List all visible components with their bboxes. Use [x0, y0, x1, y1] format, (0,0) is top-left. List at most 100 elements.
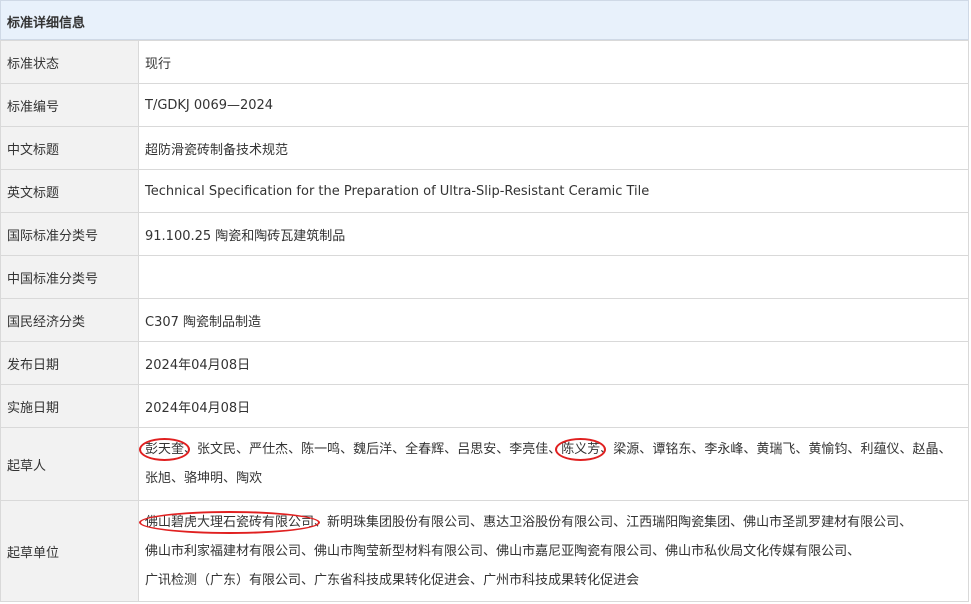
- drafter-name-text: 梁源: [613, 442, 640, 457]
- row-english-title: 英文标题 Technical Specification for the Pre…: [0, 169, 969, 213]
- list-separator: 、: [496, 442, 510, 457]
- list-separator: 、: [444, 442, 458, 457]
- drafter-name-text: 严仕杰: [249, 442, 289, 457]
- list-separator: 、: [899, 514, 913, 530]
- drafting-unit-name-text: 惠达卫浴股份有限公司: [483, 514, 614, 530]
- list-separator: 、: [847, 442, 861, 457]
- value-english-title: Technical Specification for the Preparat…: [138, 169, 969, 213]
- list-separator: 、: [470, 572, 484, 588]
- drafting-unit-name: 广讯检测（广东）有限公司: [145, 566, 301, 595]
- drafter-name-text: 陈义芳: [561, 442, 601, 457]
- list-separator: 、: [639, 442, 653, 457]
- drafting-unit-name-text: 江西瑞阳陶瓷集团: [626, 514, 731, 530]
- drafting-unit-name: 佛山碧虎大理石瓷砖有限公司: [139, 508, 321, 537]
- drafting-unit-name: 佛山市陶莹新型材料有限公司: [314, 537, 483, 566]
- label-drafters: 起草人: [0, 427, 139, 501]
- drafter-name: 陶欢: [236, 464, 262, 493]
- drafter-name: 张旭: [145, 464, 171, 493]
- list-separator: 、: [795, 442, 809, 457]
- value-ccs: [138, 255, 969, 299]
- drafter-name-text: 李亮佳: [509, 442, 549, 457]
- drafter-name: 赵晶: [912, 435, 938, 464]
- row-drafters: 起草人 彭天奎 、张文民、严仕杰、陈一鸣、魏后洋、全春辉、吕思安、李亮佳、陈义芳、…: [0, 427, 969, 501]
- list-separator: 、: [847, 543, 861, 559]
- drafting-unit-name: 佛山市利家福建材有限公司: [145, 537, 301, 566]
- value-economic-class: C307 陶瓷制品制造: [138, 298, 969, 342]
- drafter-name: 李永峰: [704, 435, 743, 464]
- drafting-unit-name-text: 佛山市陶莹新型材料有限公司: [314, 543, 484, 559]
- drafting-unit-name-text: 佛山市利家福建材有限公司: [145, 543, 302, 559]
- drafting-unit-name-text: 佛山市私伙局文化传媒有限公司: [665, 543, 848, 559]
- value-effective-date: 2024年04月08日: [138, 384, 969, 428]
- drafting-unit-name: 佛山市私伙局文化传媒有限公司: [665, 537, 847, 566]
- drafter-name-text: 陈一鸣: [301, 442, 341, 457]
- list-separator: 、: [314, 514, 328, 530]
- drafter-name: 魏后洋: [353, 435, 392, 464]
- drafter-name: 黄瑞飞: [756, 435, 795, 464]
- drafting-unit-name: 佛山市圣凯罗建材有限公司: [743, 508, 899, 537]
- detail-table: 标准状态 现行 标准编号 T/GDKJ 0069—2024 中文标题 超防滑瓷砖…: [0, 40, 969, 602]
- drafter-name: 利蕴仪: [860, 435, 899, 464]
- drafting-unit-name-text: 广东省科技成果转化促进会: [314, 572, 471, 588]
- drafter-name-text: 张旭: [145, 471, 172, 486]
- drafter-name-text: 谭铭东: [652, 442, 692, 457]
- drafting-unit-name: 惠达卫浴股份有限公司: [483, 508, 613, 537]
- list-separator: 、: [223, 471, 237, 486]
- drafter-name: 彭天奎: [139, 435, 191, 464]
- drafter-name: 黄愉钧: [808, 435, 847, 464]
- drafter-name-text: 李永峰: [704, 442, 744, 457]
- drafting-unit-name: 新明珠集团股份有限公司: [327, 508, 470, 537]
- drafter-name-text: 黄瑞飞: [756, 442, 796, 457]
- list-separator: 、: [288, 442, 302, 457]
- drafter-name-text: 全春辉: [405, 442, 445, 457]
- row-effective-date: 实施日期 2024年04月08日: [0, 384, 969, 428]
- drafter-name-text: 张文民: [197, 442, 237, 457]
- drafting-unit-name-text: 广讯检测（广东）有限公司: [145, 572, 302, 588]
- value-drafters: 彭天奎 、张文民、严仕杰、陈一鸣、魏后洋、全春辉、吕思安、李亮佳、陈义芳 、梁源、谭…: [138, 427, 969, 501]
- list-separator: 、: [613, 514, 627, 530]
- list-separator: 、: [743, 442, 757, 457]
- row-drafting-units: 起草单位 佛山碧虎大理石瓷砖有限公司 、新明珠集团股份有限公司、惠达卫浴股份有限公…: [0, 500, 969, 602]
- list-separator: 、: [899, 442, 913, 457]
- row-ics: 国际标准分类号 91.100.25 陶瓷和陶砖瓦建筑制品: [0, 212, 969, 256]
- drafter-name-text: 彭天奎: [145, 442, 185, 457]
- list-separator: 、: [938, 442, 952, 457]
- label-ccs: 中国标准分类号: [0, 255, 139, 299]
- drafting-unit-name-text: 广州市科技成果转化促进会: [483, 572, 640, 588]
- list-separator: 、: [171, 471, 185, 486]
- drafter-name: 谭铭东: [652, 435, 691, 464]
- drafter-name: 李亮佳: [509, 435, 548, 464]
- row-status: 标准状态 现行: [0, 40, 969, 84]
- label-effective-date: 实施日期: [0, 384, 139, 428]
- label-ics: 国际标准分类号: [0, 212, 139, 256]
- panel-header: 标准详细信息: [0, 0, 969, 40]
- drafter-name-text: 魏后洋: [353, 442, 393, 457]
- list-separator: 、: [470, 514, 484, 530]
- label-status: 标准状态: [0, 40, 139, 84]
- drafting-unit-name: 佛山市嘉尼亚陶瓷有限公司: [496, 537, 652, 566]
- list-separator: 、: [184, 442, 198, 457]
- drafter-name-text: 吕思安: [457, 442, 497, 457]
- drafter-name: 骆坤明: [184, 464, 223, 493]
- row-standard-number: 标准编号 T/GDKJ 0069—2024: [0, 83, 969, 127]
- list-separator: 、: [691, 442, 705, 457]
- drafter-name: 严仕杰: [249, 435, 288, 464]
- label-standard-number: 标准编号: [0, 83, 139, 127]
- value-drafting-units: 佛山碧虎大理石瓷砖有限公司 、新明珠集团股份有限公司、惠达卫浴股份有限公司、江西瑞…: [138, 500, 969, 602]
- panel-title: 标准详细信息: [7, 16, 86, 31]
- list-separator: 、: [301, 572, 315, 588]
- drafter-name: 张文民: [197, 435, 236, 464]
- drafter-name-text: 陶欢: [236, 471, 263, 486]
- list-separator: 、: [236, 442, 250, 457]
- drafting-unit-name: 广东省科技成果转化促进会: [314, 566, 470, 595]
- drafter-name: 全春辉: [405, 435, 444, 464]
- drafter-name: 吕思安: [457, 435, 496, 464]
- value-ics: 91.100.25 陶瓷和陶砖瓦建筑制品: [138, 212, 969, 256]
- drafter-name: 陈义芳: [555, 435, 607, 464]
- list-separator: 、: [600, 442, 614, 457]
- drafter-name-text: 利蕴仪: [860, 442, 900, 457]
- drafting-unit-name: 广州市科技成果转化促进会: [483, 566, 639, 595]
- list-separator: 、: [483, 543, 497, 559]
- drafting-unit-name-text: 佛山碧虎大理石瓷砖有限公司: [145, 514, 315, 530]
- drafting-unit-name: 江西瑞阳陶瓷集团: [626, 508, 730, 537]
